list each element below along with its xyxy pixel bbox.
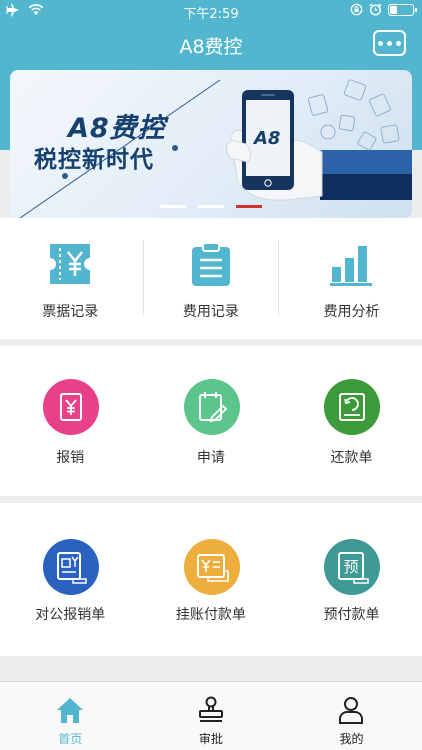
credit-payment-icon	[196, 554, 229, 582]
expense-records-item[interactable]: 费用记录	[141, 218, 282, 339]
corporate-reimburse-circle	[43, 539, 99, 595]
phone-logo: A8	[252, 128, 280, 149]
tab-home-label: 首页	[58, 732, 83, 746]
reimburse-circle	[43, 379, 99, 435]
battery-icon	[388, 3, 417, 16]
profile-icon	[339, 697, 364, 724]
home-icon	[57, 698, 83, 723]
ticket-records-label: 票据记录	[42, 304, 99, 320]
corporate-reimburse-item[interactable]: 对公报销单	[0, 503, 141, 656]
rotation-lock-icon	[350, 3, 363, 16]
ticket-records-item[interactable]: 票据记录	[0, 218, 141, 339]
promo-banner[interactable]: A8 A8费控 税控新时代	[10, 70, 412, 218]
divider	[278, 240, 279, 316]
prepayment-item[interactable]: 预 预付款单	[281, 503, 422, 656]
expense-analysis-label: 费用分析	[323, 304, 380, 320]
tab-approval[interactable]: 审批	[141, 682, 282, 750]
tab-home[interactable]: 首页	[0, 682, 141, 750]
carousel-dot[interactable]	[198, 205, 224, 208]
alarm-icon	[369, 3, 382, 16]
repayment-label: 还款单	[330, 450, 373, 466]
reimburse-item[interactable]: 报销	[0, 346, 141, 496]
prepayment-label: 预付款单	[323, 607, 380, 623]
carousel-dot[interactable]	[236, 205, 262, 208]
records-section: 票据记录 费用记录 费用分析	[0, 218, 422, 339]
approval-stamp-icon	[198, 696, 223, 722]
page-title: A8费控	[179, 36, 243, 58]
banner-slogan: 税控新时代	[34, 147, 154, 173]
tab-profile-label: 我的	[339, 732, 364, 746]
tab-approval-label: 审批	[198, 732, 223, 746]
status-bar: 下午2:59	[0, 0, 422, 22]
apply-item[interactable]: 申请	[141, 346, 282, 496]
actions-section: 报销 申请 还款单	[0, 346, 422, 496]
apply-label: 申请	[196, 450, 225, 466]
credit-payment-label: 挂账付款单	[175, 607, 246, 623]
carousel-dot[interactable]	[160, 205, 186, 208]
bottom-tab-bar: 首页 审批 我的	[0, 681, 422, 750]
prepayment-circle: 预	[324, 539, 381, 595]
ticket-yen-icon	[50, 244, 90, 284]
apply-circle	[183, 379, 240, 435]
repayment-item[interactable]: 还款单	[281, 346, 422, 496]
more-dots-icon[interactable]	[373, 30, 406, 56]
credit-payment-item[interactable]: 挂账付款单	[141, 503, 282, 656]
repayment-icon	[339, 393, 366, 421]
bar-chart-icon	[330, 246, 373, 286]
prepayment-icon: 预	[338, 552, 369, 584]
tab-profile[interactable]: 我的	[281, 682, 422, 750]
reimburse-label: 报销	[56, 450, 85, 466]
expense-records-label: 费用记录	[182, 304, 239, 320]
credit-payment-circle	[183, 539, 240, 595]
prepayment-glyph: 预	[344, 558, 359, 576]
repayment-circle	[324, 379, 381, 435]
payments-section: 对公报销单 挂账付款单 预 预付款单	[0, 503, 422, 656]
expense-analysis-item[interactable]: 费用分析	[281, 218, 422, 339]
corporate-reimburse-icon	[57, 552, 87, 584]
clipboard-list-icon	[191, 242, 230, 286]
carousel-indicator[interactable]	[10, 205, 412, 208]
apply-icon	[198, 392, 227, 423]
reimburse-icon	[60, 393, 82, 421]
corporate-reimburse-label: 对公报销单	[35, 607, 106, 623]
